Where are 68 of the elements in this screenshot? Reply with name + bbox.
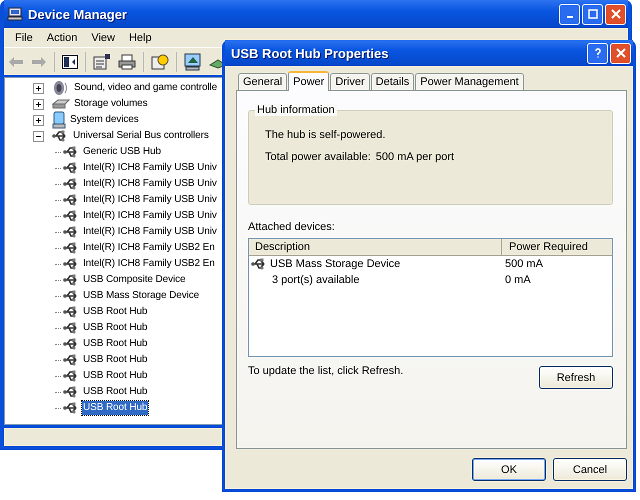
help-button[interactable] [587, 42, 608, 64]
ok-button[interactable]: OK [472, 458, 546, 481]
tree-item[interactable]: USB Root Hub [82, 385, 148, 399]
close-icon [616, 48, 626, 58]
expand-box[interactable] [33, 98, 44, 110]
tree-item[interactable]: Intel(R) ICH8 Family USB Univ [82, 161, 218, 175]
table-cell: 3 port(s) available [272, 274, 360, 286]
tree-item[interactable]: Intel(R) ICH8 Family USB Univ [82, 193, 218, 207]
tree-item[interactable]: Intel(R) ICH8 Family USB Univ [82, 177, 218, 191]
cancel-button[interactable]: Cancel [553, 458, 627, 481]
dialog-title: USB Root Hub Properties [231, 46, 390, 60]
tree-item[interactable]: Storage volumes [73, 97, 149, 111]
close-button[interactable] [605, 4, 626, 24]
tree-item[interactable]: USB Mass Storage Device [82, 289, 200, 303]
expand-box[interactable] [33, 82, 44, 94]
minimize-icon [566, 16, 572, 18]
printer-icon[interactable] [118, 54, 136, 70]
tab[interactable]: Power [288, 71, 330, 91]
collapse-box[interactable] [33, 130, 44, 142]
column-header[interactable]: Description [249, 239, 502, 255]
table-cell-text: 500 mA [504, 258, 543, 270]
menu-item[interactable]: Help [122, 32, 159, 44]
window-title: Device Manager [28, 6, 128, 22]
tree-item[interactable]: USB Root Hub [82, 337, 148, 351]
menu-item[interactable]: View [84, 32, 122, 44]
maximize-icon [588, 9, 598, 19]
refresh-button[interactable]: Refresh [539, 366, 613, 389]
monitor-icon[interactable] [184, 52, 202, 70]
computer-icon [52, 111, 66, 129]
maximize-button[interactable] [582, 4, 603, 24]
tree-item[interactable]: Intel(R) ICH8 Family USB2 En [82, 241, 216, 255]
tree-item[interactable]: Generic USB Hub [82, 145, 162, 159]
list-label: Attached devices: [248, 221, 336, 233]
tree-item[interactable]: Sound, video and game controlle [73, 81, 218, 95]
tab[interactable]: Details [370, 73, 414, 90]
tree-item[interactable]: Intel(R) ICH8 Family USB Univ [82, 225, 218, 239]
tree-item[interactable]: Intel(R) ICH8 Family USB Univ [82, 209, 218, 223]
disk-drive-icon [52, 98, 70, 110]
speaker-icon [52, 80, 70, 96]
tree-item[interactable]: USB Composite Device [82, 273, 186, 287]
tree-item[interactable]: USB Root Hub [82, 305, 148, 319]
close-button[interactable] [610, 42, 631, 64]
minimize-button[interactable] [559, 4, 580, 24]
tree-item[interactable]: System devices [69, 113, 140, 127]
panel-icon[interactable] [62, 54, 78, 68]
menu-item[interactable]: Action [40, 32, 84, 44]
power-value: 500 mA per port [376, 151, 454, 163]
tree-item[interactable]: Intel(R) ICH8 Family USB2 En [82, 257, 216, 271]
properties-icon[interactable] [93, 54, 111, 70]
hint-text: To update the list, click Refresh. [248, 365, 404, 377]
power-label: Total power available: [265, 151, 371, 163]
column-header[interactable]: Power Required [502, 239, 588, 255]
table-cell: USB Mass Storage Device [270, 258, 400, 270]
group-title: Hub information [255, 104, 337, 116]
tab[interactable]: Driver [330, 73, 370, 90]
menu-item[interactable]: File [8, 32, 40, 44]
tree-item[interactable]: USB Root Hub [82, 353, 148, 367]
close-icon [610, 9, 620, 19]
status-text: The hub is self-powered. [265, 129, 386, 141]
computer-icon [7, 6, 23, 22]
tree-item[interactable]: Universal Serial Bus controllers [72, 129, 210, 143]
table-cell-text: 0 mA [504, 274, 531, 286]
expand-box[interactable] [33, 114, 44, 126]
tab[interactable]: General [238, 73, 288, 90]
tree-item[interactable]: USB Root Hub [82, 369, 148, 383]
tab[interactable]: Power Management [415, 73, 524, 90]
tree-item[interactable]: USB Root Hub [82, 401, 148, 415]
tree-item[interactable]: USB Root Hub [82, 321, 148, 335]
